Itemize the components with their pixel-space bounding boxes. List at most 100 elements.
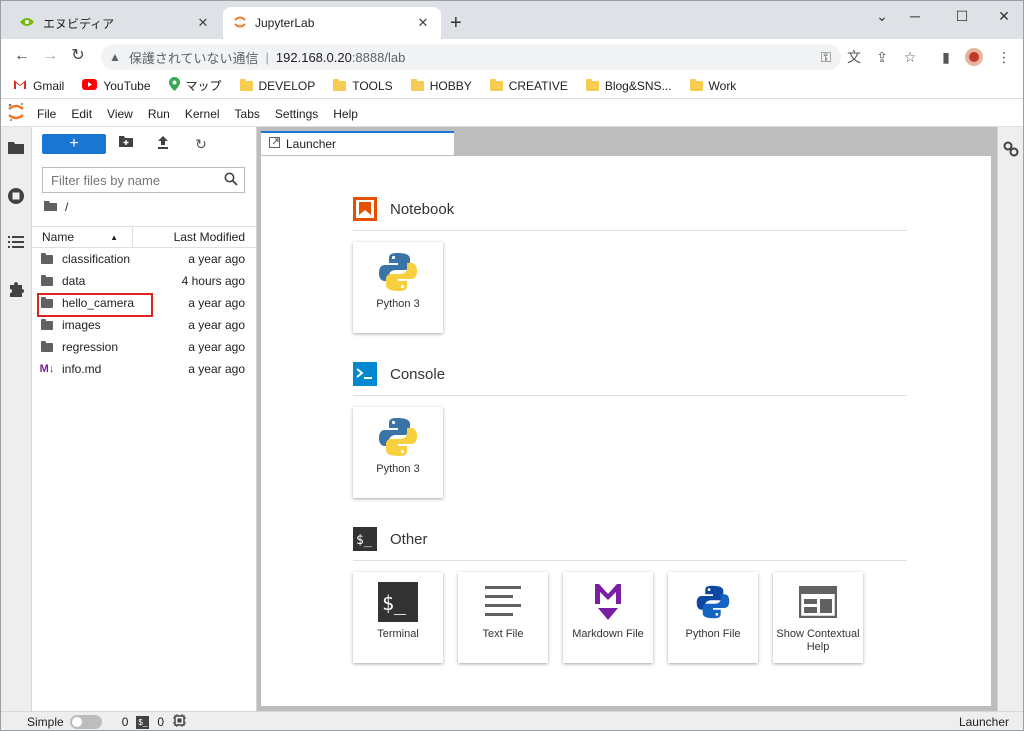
bookmark-gmail[interactable]: Gmail (13, 79, 64, 93)
python-file-icon (695, 584, 731, 623)
filter-files-input[interactable]: Filter files by name (42, 167, 245, 193)
terminal-status-icon[interactable]: $_ (136, 715, 150, 729)
simple-mode-label: Simple (27, 715, 64, 729)
file-row[interactable]: classification a year ago (32, 248, 256, 270)
file-row[interactable]: hello_camera a year ago (32, 292, 256, 314)
new-tab-button[interactable]: + (450, 13, 462, 33)
file-modified: a year ago (188, 296, 245, 310)
kernel-status-icon[interactable] (173, 714, 187, 730)
file-row[interactable]: M↓ info.md a year ago (32, 358, 256, 380)
minimize-button[interactable]: ─ (900, 5, 930, 27)
side-panel-icon[interactable]: ▮ (936, 47, 956, 67)
file-browser-icon[interactable] (6, 141, 26, 161)
folder-icon (41, 274, 53, 286)
bookmark-tools[interactable]: TOOLS (333, 78, 393, 93)
menu-edit[interactable]: Edit (71, 107, 92, 121)
notebook-python3-card[interactable]: Python 3 (353, 242, 443, 333)
more-menu-icon[interactable]: ⋮ (994, 47, 1014, 67)
launcher-panel: Notebook Console $_ Other Python 3 Pytho… (261, 156, 991, 706)
tab-jupyterlab[interactable]: JupyterLab ✕ (223, 7, 441, 39)
reload-button[interactable]: ↻ (67, 46, 89, 68)
bookmark-hobby[interactable]: HOBBY (410, 78, 472, 93)
new-launcher-button[interactable]: + (42, 134, 106, 154)
section-title: Notebook (390, 200, 455, 218)
card-label: Terminal (377, 628, 419, 640)
bookmark-develop[interactable]: DEVELOP (239, 78, 315, 93)
bookmark-creative[interactable]: CREATIVE (489, 78, 568, 93)
card-label: Python 3 (376, 298, 420, 310)
column-modified-header[interactable]: Last Modified (133, 230, 256, 244)
folder-icon (333, 78, 347, 91)
bookmark-label: HOBBY (429, 78, 472, 93)
terminal-icon: $_ (378, 581, 418, 625)
running-sessions-icon[interactable] (6, 187, 26, 207)
bookmark-work[interactable]: Work (689, 78, 736, 93)
other-section-icon: $_ (353, 527, 377, 551)
terminal-card[interactable]: $_ Terminal (353, 572, 443, 663)
youtube-icon (82, 78, 98, 93)
contextual-help-icon (798, 585, 838, 621)
key-icon[interactable]: ⚿ (816, 47, 836, 67)
folder-icon (585, 78, 599, 91)
table-of-contents-icon[interactable] (6, 235, 26, 255)
menu-settings[interactable]: Settings (275, 107, 318, 121)
refresh-icon[interactable]: ↻ (192, 136, 210, 154)
bookmark-blog[interactable]: Blog&SNS... (585, 78, 672, 93)
markdown-file-card[interactable]: Markdown File (563, 572, 653, 663)
bookmark-label: Gmail (33, 78, 65, 93)
menu-help[interactable]: Help (333, 107, 358, 121)
file-row[interactable]: images a year ago (32, 314, 256, 336)
notebook-section-icon (353, 197, 377, 221)
card-label: Python 3 (376, 463, 420, 475)
extension-manager-icon[interactable] (6, 281, 26, 301)
profile-avatar[interactable] (964, 47, 984, 67)
status-bar: Simple 0 $_ 0 Launcher (1, 711, 1023, 730)
close-window-button[interactable]: ✕ (989, 5, 1019, 27)
new-folder-icon[interactable] (117, 136, 135, 154)
column-name-label: Name (42, 230, 75, 244)
back-button[interactable]: ← (11, 46, 33, 68)
maximize-button[interactable]: ☐ (947, 5, 977, 27)
address-bar[interactable]: ▲ 保護されていない通信 | 192.168.0.20:8888/lab (101, 44, 841, 70)
svg-text:$_: $_ (356, 533, 372, 548)
bookmark-star-icon[interactable]: ☆ (900, 47, 920, 67)
forward-button[interactable]: → (39, 46, 61, 68)
file-name: images (62, 318, 101, 332)
warning-icon[interactable]: ▲ (109, 50, 121, 64)
security-status: 保護されていない通信 (128, 50, 259, 66)
bookmark-youtube[interactable]: YouTube (82, 78, 151, 93)
tab-nvidia[interactable]: エヌビディア ✕ (9, 7, 221, 39)
menu-file[interactable]: File (37, 107, 56, 121)
file-row[interactable]: regression a year ago (32, 336, 256, 358)
menu-view[interactable]: View (107, 107, 133, 121)
menu-run[interactable]: Run (148, 107, 170, 121)
python-logo-icon (377, 416, 419, 461)
bookmark-label: TOOLS (352, 78, 393, 93)
translate-icon[interactable]: 文 (844, 47, 864, 67)
svg-text:$_: $_ (382, 591, 407, 615)
contextual-help-card[interactable]: Show Contextual Help (773, 572, 863, 663)
nvidia-favicon-icon (19, 16, 35, 31)
menu-kernel[interactable]: Kernel (185, 107, 220, 121)
jupyter-favicon-icon (233, 15, 247, 32)
home-folder-icon[interactable] (44, 200, 57, 214)
text-file-card[interactable]: Text File (458, 572, 548, 663)
share-icon[interactable]: ⇪ (872, 47, 892, 67)
python-file-card[interactable]: Python File (668, 572, 758, 663)
upload-icon[interactable] (154, 136, 172, 154)
close-tab-icon[interactable]: ✕ (415, 15, 431, 31)
console-python3-card[interactable]: Python 3 (353, 407, 443, 498)
column-name-header[interactable]: Name ▲ (32, 227, 133, 247)
file-modified: a year ago (188, 362, 245, 376)
breadcrumb-path[interactable]: / (65, 200, 68, 214)
file-row[interactable]: data 4 hours ago (32, 270, 256, 292)
tab-search-icon[interactable]: ⌄ (867, 5, 897, 27)
bookmark-maps[interactable]: マップ (168, 77, 222, 94)
file-browser-panel: + ↻ Filter files by name / Name ▲ Last M… (32, 127, 257, 711)
section-divider (353, 395, 907, 396)
menu-tabs[interactable]: Tabs (235, 107, 260, 121)
close-tab-icon[interactable]: ✕ (195, 15, 211, 31)
tab-launcher[interactable]: Launcher (261, 131, 454, 155)
simple-mode-toggle[interactable] (69, 715, 102, 729)
property-inspector-icon[interactable] (1003, 141, 1019, 160)
